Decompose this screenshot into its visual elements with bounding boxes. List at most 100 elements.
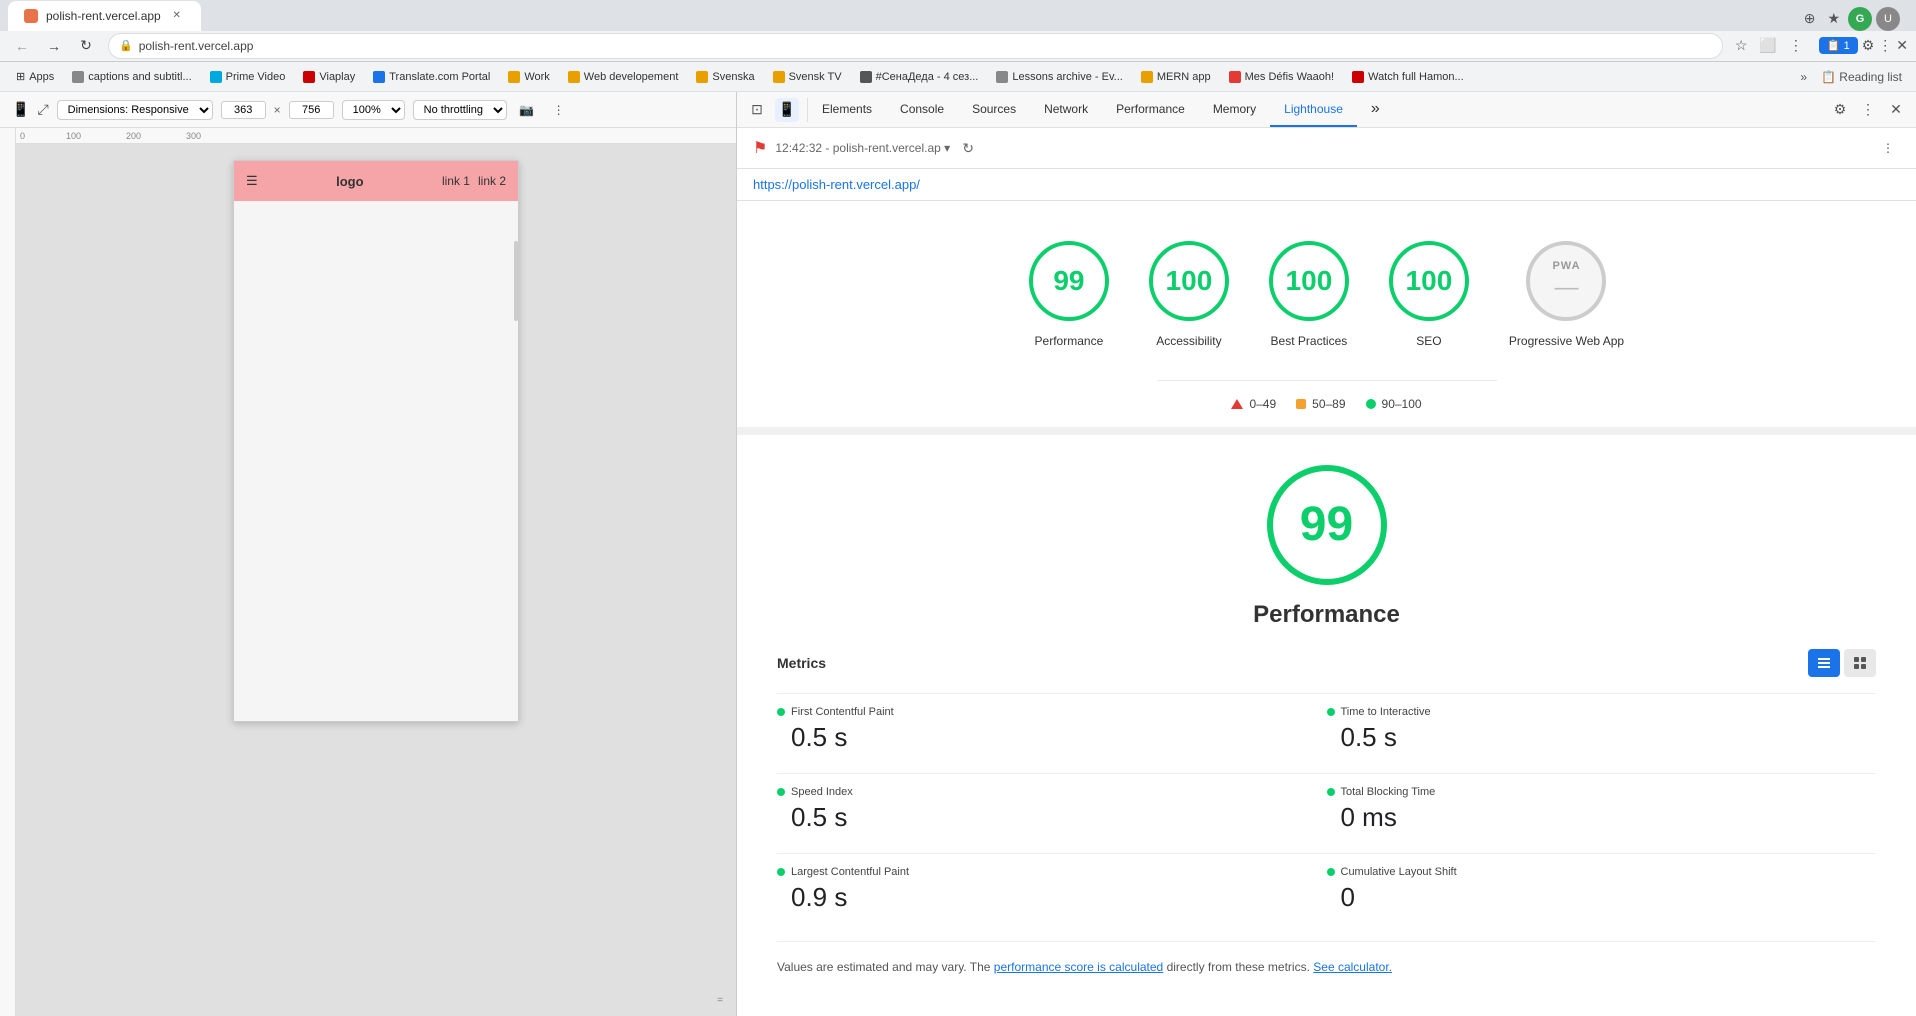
star-icon[interactable]: ★ <box>1823 8 1844 29</box>
metric-tbt: Total Blocking Time 0 ms <box>1327 773 1877 853</box>
bookmark-prime-video[interactable]: Prime Video <box>202 69 294 85</box>
metrics-view-grid-button[interactable] <box>1844 649 1876 677</box>
security-lock-icon: 🔒 <box>119 39 133 52</box>
metric-tti-value: 0.5 s <box>1341 722 1877 753</box>
bookmark-lessons[interactable]: Lessons archive - Ev... <box>988 69 1130 85</box>
metric-cls-dot <box>1327 868 1335 876</box>
tab-network[interactable]: Network <box>1030 92 1102 127</box>
viewport-inner: 0 100 200 300 ☰ logo link 1 <box>16 128 736 1016</box>
lighthouse-url-link[interactable]: https://polish-rent.vercel.app/ <box>753 177 920 192</box>
bookmark-svenska[interactable]: Svenska <box>688 69 762 85</box>
more-devtools-icon[interactable]: ⋮ <box>1878 37 1892 54</box>
device-select[interactable]: Dimensions: Responsive <box>57 100 213 120</box>
perf-score-link[interactable]: performance score is calculated <box>994 960 1163 974</box>
resize-handle[interactable]: = <box>712 992 728 1008</box>
reading-list-badge[interactable]: 📋 1 <box>1819 37 1858 54</box>
scores-wrapper: 99 Performance 100 Accessibility <box>737 201 1916 427</box>
metrics-view-list-button[interactable] <box>1808 649 1840 677</box>
bookmark-translate[interactable]: Translate.com Portal <box>365 69 498 85</box>
bookmark-viaplay[interactable]: Viaplay <box>295 69 363 85</box>
metric-fcp-name: First Contentful Paint <box>777 706 1327 718</box>
forward-button[interactable]: → <box>40 32 68 60</box>
bookmark-favicon <box>508 71 520 83</box>
dimension-separator: × <box>274 103 281 117</box>
width-input[interactable] <box>221 101 266 119</box>
device-navbar: ☰ logo link 1 link 2 <box>234 161 518 201</box>
tab-close-button[interactable]: ✕ <box>169 8 185 24</box>
height-input[interactable] <box>289 101 334 119</box>
score-performance: 99 Performance <box>1029 241 1109 350</box>
list-view-icon <box>1817 656 1831 670</box>
devtools-actions: ⚙ ⋮ ✕ <box>1820 98 1916 122</box>
metric-tti: Time to Interactive 0.5 s <box>1327 693 1877 773</box>
bookmark-star-icon[interactable]: ☆ <box>1735 37 1748 54</box>
metrics-view-buttons <box>1808 649 1876 677</box>
close-devtools-icon[interactable]: ✕ <box>1896 37 1908 54</box>
calculator-link[interactable]: See calculator. <box>1313 960 1392 974</box>
metric-fcp-value: 0.5 s <box>791 722 1327 753</box>
legend-red: 0–49 <box>1231 397 1276 411</box>
tab-console[interactable]: Console <box>886 92 958 127</box>
pointer-icon[interactable]: ⊡ <box>745 98 769 122</box>
bookmark-defis[interactable]: Mes Défis Waaoh! <box>1221 69 1342 85</box>
bookmark-captions[interactable]: captions and subtitl... <box>64 69 199 85</box>
bookmark-hamon[interactable]: Watch full Hamon... <box>1344 69 1472 85</box>
close-devtools-button[interactable]: ✕ <box>1884 98 1908 122</box>
timestamp-dropdown-icon[interactable]: ▾ <box>944 141 950 155</box>
screen-cast-icon[interactable]: ⬜ <box>1759 37 1776 54</box>
metric-cls: Cumulative Layout Shift 0 <box>1327 853 1877 933</box>
device-toggle-icon[interactable]: 📱 <box>12 101 29 118</box>
more-options-icon[interactable]: ⋮ <box>547 98 571 122</box>
more-bookmarks-icon[interactable]: » <box>1794 68 1813 86</box>
metrics-note: Values are estimated and may vary. The p… <box>777 941 1876 992</box>
tab-elements[interactable]: Elements <box>808 92 886 127</box>
legend-green: 90–100 <box>1366 397 1422 411</box>
user-avatar[interactable]: U <box>1876 7 1900 31</box>
throttle-select[interactable]: No throttling <box>413 100 507 120</box>
tab-bar: polish-rent.vercel.app ✕ ⊕ ★ G U <box>0 0 1916 31</box>
more-options-icon[interactable]: ⋮ <box>1789 37 1803 54</box>
tab-memory[interactable]: Memory <box>1199 92 1270 127</box>
profile-extensions-icon[interactable]: ⊕ <box>1800 8 1820 29</box>
metric-lcp-name: Largest Contentful Paint <box>777 866 1327 878</box>
bookmarks-bar: ⊞ Apps captions and subtitl... Prime Vid… <box>0 62 1916 92</box>
lighthouse-content[interactable]: ⚑ 12:42:32 - polish-rent.vercel.ap ▾ ↻ ⋮… <box>737 128 1916 1016</box>
device-menu-icon: ☰ <box>246 173 258 189</box>
more-devtools-options-icon[interactable]: ⋮ <box>1856 98 1880 122</box>
metric-lcp-value: 0.9 s <box>791 882 1327 913</box>
reload-icon[interactable]: ↻ <box>962 140 974 157</box>
zoom-select[interactable]: 100% <box>342 100 405 120</box>
chrome-extensions-icon[interactable]: G <box>1848 7 1872 31</box>
accessibility-circle: 100 <box>1149 241 1229 321</box>
bookmark-svensk-tv[interactable]: Svensk TV <box>765 69 850 85</box>
bookmark-label: Work <box>524 71 549 83</box>
bookmark-work[interactable]: Work <box>500 69 557 85</box>
score-best-practices: 100 Best Practices <box>1269 241 1349 350</box>
rotate-screen-icon[interactable]: ⤢ <box>37 101 48 118</box>
settings-action-icon[interactable]: ⚙ <box>1828 98 1852 122</box>
metric-cls-value: 0 <box>1341 882 1877 913</box>
tab-lighthouse[interactable]: Lighthouse <box>1270 92 1357 127</box>
address-bar[interactable]: 🔒 polish-rent.vercel.app <box>108 33 1723 59</box>
accessibility-label: Accessibility <box>1156 333 1221 350</box>
bookmark-favicon <box>860 71 872 83</box>
device-mode-icon[interactable]: 📱 <box>775 98 799 122</box>
bookmark-mern[interactable]: MERN app <box>1133 69 1219 85</box>
bookmark-label: Viaplay <box>319 71 355 83</box>
vertical-ruler <box>0 128 16 1016</box>
bookmark-webdev[interactable]: Web developement <box>560 69 687 85</box>
bookmark-label: Translate.com Portal <box>389 71 490 83</box>
settings-icon[interactable]: ⚙ <box>1862 37 1875 54</box>
tab-sources[interactable]: Sources <box>958 92 1030 127</box>
back-button[interactable]: ← <box>8 32 36 60</box>
bookmark-sena[interactable]: #СенаДеда - 4 сез... <box>852 69 987 85</box>
active-tab[interactable]: polish-rent.vercel.app ✕ <box>8 1 201 31</box>
tab-more-tools[interactable]: » <box>1357 92 1394 127</box>
lighthouse-options-icon[interactable]: ⋮ <box>1876 136 1900 160</box>
browser-viewport: 📱 ⤢ Dimensions: Responsive × 100% No thr… <box>0 92 736 1016</box>
bookmark-apps[interactable]: ⊞ Apps <box>8 68 62 85</box>
tab-performance[interactable]: Performance <box>1102 92 1199 127</box>
capture-screenshot-icon[interactable]: 📷 <box>515 98 539 122</box>
reading-list-icon[interactable]: 📋 Reading list <box>1815 68 1908 86</box>
refresh-button[interactable]: ↻ <box>72 32 100 60</box>
